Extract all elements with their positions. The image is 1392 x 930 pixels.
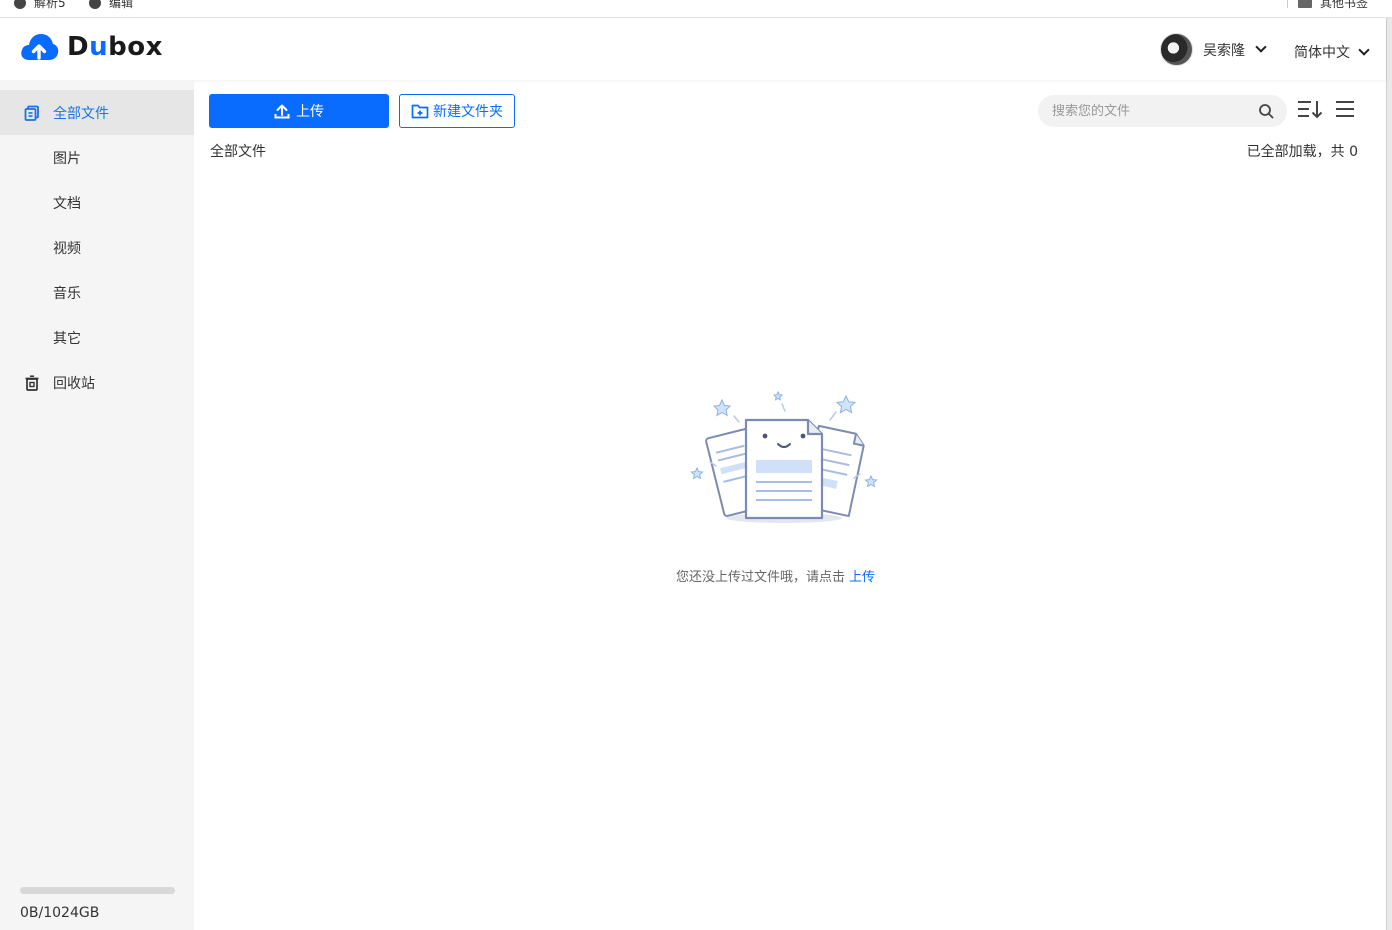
chevron-down-icon [1358,43,1370,56]
sidebar-item-label: 回收站 [53,375,95,392]
sidebar-item-all-files[interactable]: 全部文件 [0,90,194,135]
chevron-down-icon [1255,41,1267,53]
sidebar-item-other[interactable]: 其它 [0,315,194,360]
bookmark-item[interactable]: 编辑 [89,0,133,11]
user-name: 吴索隆 [1203,42,1245,59]
trash-icon [25,374,39,391]
other-bookmarks[interactable]: 其他书签 [1298,0,1368,11]
search-box[interactable] [1038,95,1287,127]
other-bookmarks-label: 其他书签 [1320,0,1369,10]
sidebar: 全部文件 图片 文档 视频 音乐 其它 回收站 0B/1024GB [0,80,194,930]
sidebar-item-videos[interactable]: 视频 [0,225,194,270]
list-view-icon[interactable] [1334,99,1360,121]
globe-icon [14,0,26,9]
globe-icon [89,0,101,9]
brand-name: Dubox [67,32,163,62]
storage-usage-text: 0B/1024GB [20,905,100,921]
sidebar-item-images[interactable]: 图片 [0,135,194,180]
sidebar-item-label: 图片 [53,150,81,167]
search-input[interactable] [1052,95,1252,127]
sidebar-item-label: 全部文件 [53,105,109,122]
sidebar-item-recycle-bin[interactable]: 回收站 [0,360,194,405]
empty-state-text: 您还没上传过文件哦，请点击 [676,570,846,585]
empty-state-upload-link[interactable]: 上传 [849,570,875,585]
app-header: Dubox 吴索隆 简体中文 [0,18,1386,80]
breadcrumb[interactable]: 全部文件 [210,141,266,161]
sort-icon[interactable] [1297,99,1323,121]
upload-button[interactable]: 上传 [209,94,389,128]
language-label: 简体中文 [1294,45,1350,61]
upload-button-label: 上传 [296,103,324,119]
sidebar-item-label: 视频 [53,240,81,257]
dubox-logo[interactable]: Dubox [19,30,163,64]
bookmark-label: 编辑 [109,0,134,10]
new-folder-icon [411,104,429,119]
bookmark-divider [1287,0,1288,8]
empty-state-message: 您还没上传过文件哦，请点击 上传 [676,566,875,585]
sidebar-item-documents[interactable]: 文档 [0,180,194,225]
all-files-icon [24,105,39,121]
bookmark-item[interactable]: 解析5 [14,0,66,11]
new-folder-button[interactable]: 新建文件夹 [399,94,515,128]
sidebar-item-label: 文档 [53,195,81,212]
new-folder-button-label: 新建文件夹 [433,103,503,119]
browser-bookmark-bar: 解析5 编辑 其他书签 [0,0,1392,18]
upload-icon [274,104,290,118]
sidebar-item-label: 其它 [53,330,81,347]
language-selector[interactable]: 简体中文 [1294,42,1370,62]
storage-usage-bar [20,887,175,894]
folder-icon [1298,0,1312,8]
sidebar-item-label: 音乐 [53,285,81,302]
cloud-logo-icon [21,34,59,60]
bookmark-label: 解析5 [34,0,66,10]
user-menu[interactable]: 吴索隆 [1160,33,1267,66]
browser-scrollbar-track[interactable] [1386,18,1392,930]
empty-files-illustration [690,390,878,523]
load-status: 已全部加载，共 0 [1246,144,1358,160]
search-icon[interactable] [1258,103,1274,119]
avatar[interactable] [1160,33,1193,66]
sidebar-item-music[interactable]: 音乐 [0,270,194,315]
